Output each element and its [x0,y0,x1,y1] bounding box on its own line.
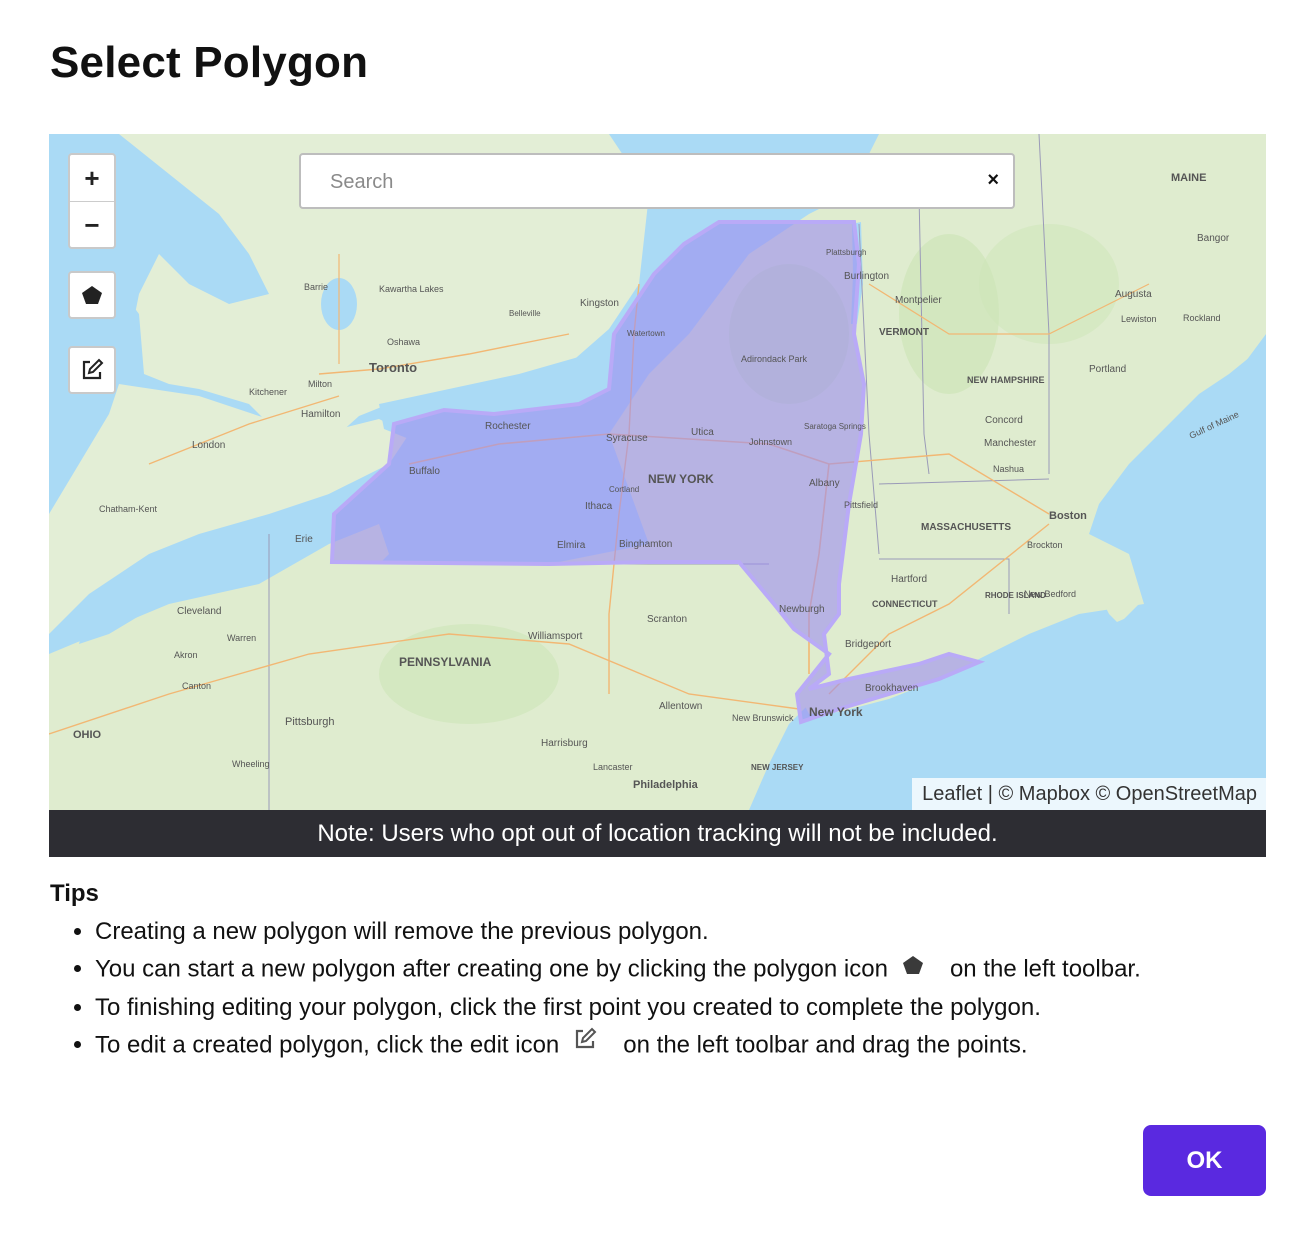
label-plattsburgh: Plattsburgh [826,248,866,257]
tip-item: To finishing editing your polygon, click… [95,990,1266,1026]
label-belleville: Belleville [509,309,541,318]
tip-item: You can start a new polygon after creati… [95,950,1266,990]
label-watertown: Watertown [627,329,665,338]
label-new-brunswick: New Brunswick [732,713,794,723]
map-search-box: × [299,153,1015,209]
label-binghamton: Binghamton [619,539,672,550]
label-brockton: Brockton [1027,540,1063,550]
label-hartford: Hartford [891,574,927,585]
label-ohio: OHIO [73,729,102,741]
map-attribution: Leaflet | © Mapbox © OpenStreetMap [912,778,1266,810]
label-cleveland: Cleveland [177,606,221,617]
label-williamsport: Williamsport [528,631,583,642]
map-tiles: NEW YORK PENNSYLVANIA VERMONT NEW HAMPSH… [49,134,1266,810]
label-rockland: Rockland [1183,313,1221,323]
label-manchester: Manchester [984,438,1037,449]
label-new-york-city: New York [809,705,863,719]
label-bridgeport: Bridgeport [845,639,891,650]
label-brookhaven: Brookhaven [865,683,918,694]
ok-button[interactable]: OK [1143,1125,1266,1196]
label-harrisburg: Harrisburg [541,738,588,749]
label-augusta: Augusta [1115,289,1152,300]
label-rochester: Rochester [485,421,531,432]
map-search-input[interactable] [301,155,972,209]
edit-icon [573,1026,597,1062]
label-new-bedford: New Bedford [1024,589,1076,599]
label-lewiston: Lewiston [1121,314,1157,324]
label-newburgh: Newburgh [779,604,825,615]
label-maine: MAINE [1171,172,1206,184]
label-massachusetts: MASSACHUSETTS [921,522,1011,533]
edit-polygon-button[interactable] [68,346,116,394]
tips-section: Tips Creating a new polygon will remove … [50,880,1266,1066]
label-new-jersey: NEW JERSEY [751,763,804,772]
label-new-hampshire: NEW HAMPSHIRE [967,375,1045,385]
tips-list: Creating a new polygon will remove the p… [50,914,1266,1066]
label-bangor: Bangor [1197,233,1230,244]
label-milton: Milton [308,379,332,389]
label-kitchener: Kitchener [249,387,287,397]
label-montpelier: Montpelier [895,295,942,306]
label-allentown: Allentown [659,701,702,712]
label-buffalo: Buffalo [409,466,440,477]
tips-heading: Tips [50,880,99,907]
label-akron: Akron [174,650,198,660]
label-elmira: Elmira [557,540,586,551]
dialog-title: Select Polygon [50,38,369,87]
zoom-out-button[interactable]: − [70,202,114,248]
label-connecticut: CONNECTICUT [872,599,938,609]
location-note: Note: Users who opt out of location trac… [49,810,1266,857]
label-london: London [192,440,225,451]
label-lancaster: Lancaster [593,762,633,772]
label-erie: Erie [295,534,313,545]
label-saratoga: Saratoga Springs [804,422,866,431]
label-pittsburgh: Pittsburgh [285,716,335,728]
label-hamilton: Hamilton [301,409,340,420]
label-pittsfield: Pittsfield [844,500,878,510]
label-syracuse: Syracuse [606,433,648,444]
label-albany: Albany [809,478,840,489]
label-pennsylvania: PENNSYLVANIA [399,655,492,669]
label-barrie: Barrie [304,282,328,292]
search-clear-button[interactable]: × [987,169,999,192]
tip-item: To edit a created polygon, click the edi… [95,1026,1266,1066]
label-new-york: NEW YORK [648,472,714,486]
label-kawartha-lakes: Kawartha Lakes [379,284,444,294]
zoom-control: + − [68,153,116,249]
label-johnstown: Johnstown [749,437,792,447]
label-chatham-kent: Chatham-Kent [99,504,158,514]
label-burlington: Burlington [844,271,889,282]
edit-icon [82,358,104,380]
map-view[interactable]: NEW YORK PENNSYLVANIA VERMONT NEW HAMPSH… [49,134,1266,810]
label-boston: Boston [1049,510,1087,522]
label-warren: Warren [227,633,256,643]
label-philadelphia: Philadelphia [633,779,699,791]
label-wheeling: Wheeling [232,759,270,769]
polygon-icon [82,286,102,304]
label-utica: Utica [691,427,714,438]
zoom-in-button[interactable]: + [70,155,114,202]
label-oshawa: Oshawa [387,337,420,347]
label-portland: Portland [1089,364,1126,375]
label-toronto: Toronto [369,360,417,375]
label-vermont: VERMONT [879,327,929,338]
label-concord: Concord [985,415,1023,426]
label-kingston: Kingston [580,298,619,309]
label-cortland: Cortland [609,485,639,494]
label-canton: Canton [182,681,211,691]
tip-item: Creating a new polygon will remove the p… [95,914,1266,950]
draw-polygon-button[interactable] [68,271,116,319]
label-adirondack-park: Adirondack Park [741,354,808,364]
polygon-icon [902,950,924,986]
label-nashua: Nashua [993,464,1024,474]
label-ithaca: Ithaca [585,501,613,512]
label-scranton: Scranton [647,614,687,625]
